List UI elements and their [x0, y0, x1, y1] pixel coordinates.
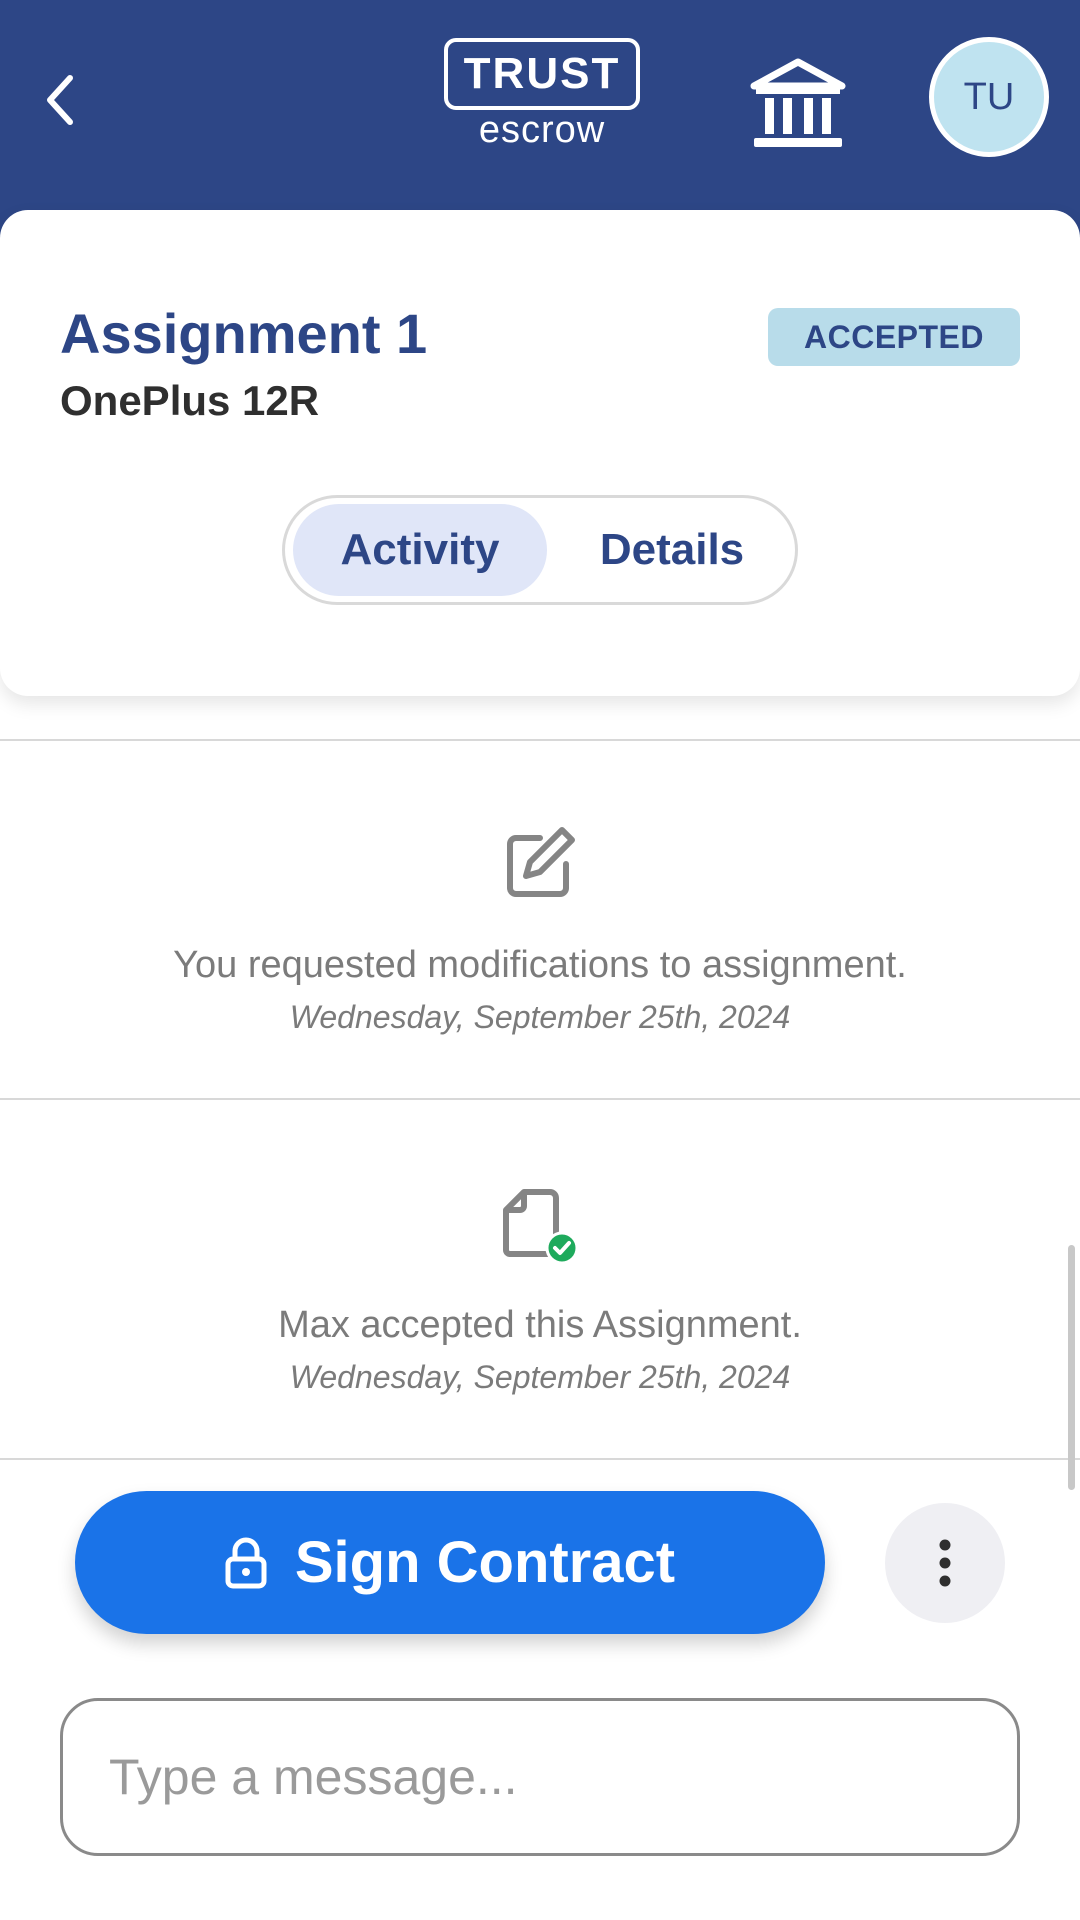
message-input[interactable] [60, 1698, 1020, 1856]
assignment-subtitle: OnePlus 12R [60, 377, 320, 424]
document-check-icon [503, 1189, 579, 1265]
activity-text: Max accepted this Assignment. [278, 1304, 802, 1346]
divider [0, 1098, 1080, 1100]
assignment-title: Assignment 1 [60, 302, 428, 365]
scrollbar[interactable] [1068, 1245, 1075, 1490]
logo-top-text: TRUST [444, 38, 640, 110]
divider [0, 1458, 1080, 1460]
assignment-card: Assignment 1 OnePlus 12R ACCEPTED Activi… [0, 210, 1080, 696]
app-header: TRUST escrow TU [0, 0, 1080, 240]
bank-icon [750, 58, 846, 147]
tab-switcher: Activity Details [282, 495, 798, 605]
divider [0, 739, 1080, 741]
status-badge: ACCEPTED [768, 308, 1020, 366]
tab-activity[interactable]: Activity [293, 504, 547, 596]
activity-text: You requested modifications to assignmen… [173, 944, 907, 986]
trust-escrow-logo: TRUST escrow [444, 38, 640, 150]
chevron-left-icon [47, 75, 73, 125]
sign-contract-label: Sign Contract [294, 1530, 676, 1595]
edit-icon [507, 827, 575, 897]
activity-date: Wednesday, September 25th, 2024 [289, 1359, 791, 1395]
sign-contract-button[interactable]: Sign Contract [75, 1491, 825, 1634]
tab-details[interactable]: Details [549, 504, 795, 596]
more-options-button[interactable] [885, 1503, 1005, 1623]
more-vertical-icon [939, 1539, 951, 1587]
lock-icon [225, 1537, 267, 1589]
bank-button[interactable] [742, 52, 854, 156]
user-avatar[interactable]: TU [929, 37, 1049, 157]
activity-date: Wednesday, September 25th, 2024 [289, 999, 791, 1035]
logo-bottom-text: escrow [478, 109, 606, 151]
back-button[interactable] [30, 60, 90, 140]
